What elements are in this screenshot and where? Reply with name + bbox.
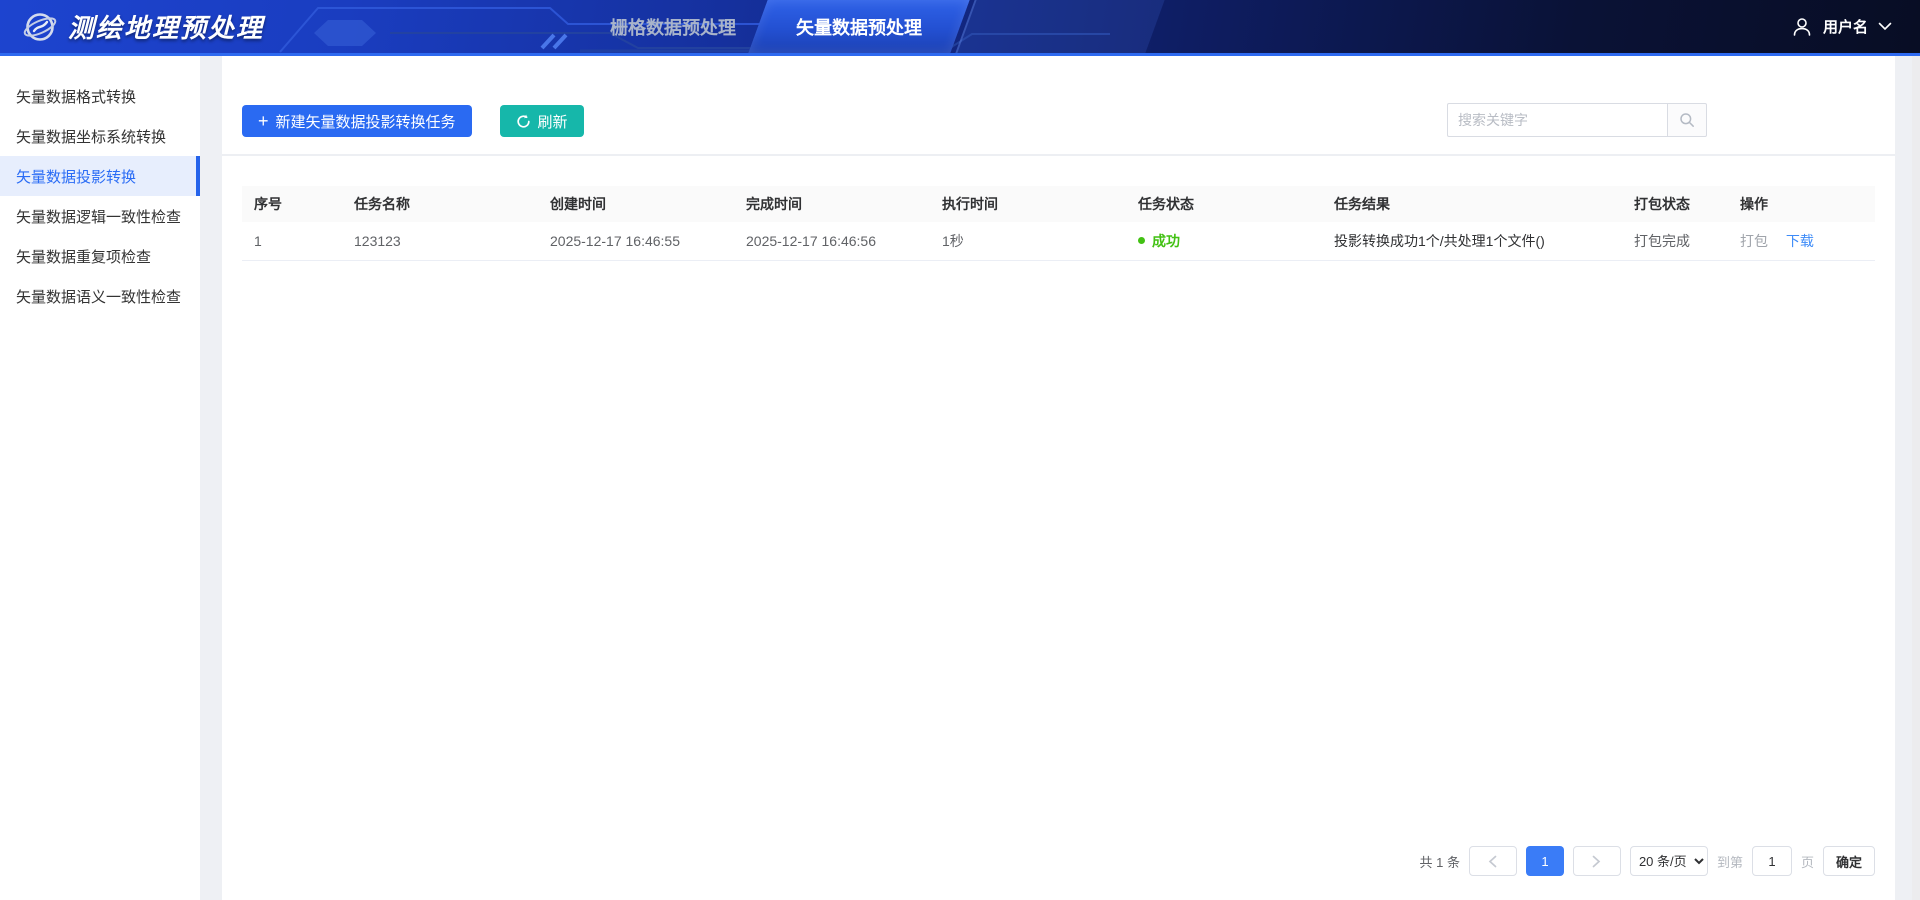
chevron-left-icon — [1489, 855, 1497, 867]
new-task-button[interactable]: + 新建矢量数据投影转换任务 — [242, 105, 472, 137]
total-count-label: 共 1 条 — [1419, 854, 1460, 870]
plus-icon: + — [258, 111, 269, 131]
refresh-icon — [516, 114, 530, 128]
content-card: + 新建矢量数据投影转换任务 刷新 搜索关键字 序号 任务名称 创建时间 完成时… — [222, 56, 1895, 900]
app-logo-icon — [23, 12, 57, 41]
cell-task-name: 123123 — [342, 222, 538, 261]
col-created-time: 创建时间 — [538, 186, 734, 222]
page-number-button[interactable]: 1 — [1525, 846, 1564, 876]
col-task-status: 任务状态 — [1126, 186, 1322, 222]
brand: 测绘地理预处理 — [0, 8, 264, 45]
goto-confirm-button[interactable]: 确定 — [1822, 846, 1875, 876]
cell-actions: 打包 下载 — [1728, 222, 1875, 261]
new-task-label: 新建矢量数据投影转换任务 — [275, 113, 456, 131]
package-action-link[interactable]: 打包 — [1740, 233, 1768, 249]
goto-page-input[interactable] — [1751, 846, 1792, 876]
table-row: 1 123123 2025-12-17 16:46:55 2025-12-17 … — [242, 222, 1875, 261]
search-input[interactable] — [1447, 103, 1667, 137]
scrollbar-track[interactable] — [1912, 56, 1920, 900]
status-text: 成功 — [1152, 232, 1180, 249]
toolbar: + 新建矢量数据投影转换任务 刷新 — [222, 56, 1895, 156]
col-task-name: 任务名称 — [342, 186, 538, 222]
task-table: 序号 任务名称 创建时间 完成时间 执行时间 任务状态 任务结果 打包状态 操作… — [242, 186, 1875, 261]
app-title: 测绘地理预处理 — [68, 13, 265, 43]
sidebar-item-format-convert[interactable]: 矢量数据格式转换 — [0, 76, 200, 116]
refresh-button[interactable]: 刷新 — [499, 105, 584, 137]
cell-exec-time: 1秒 — [930, 222, 1126, 261]
tab-label: 栅格数据预处理 — [610, 17, 736, 38]
col-exec-time: 执行时间 — [930, 186, 1126, 222]
status-dot-icon — [1138, 237, 1145, 245]
download-action-link[interactable]: 下载 — [1786, 233, 1814, 249]
status-badge: 成功 — [1138, 231, 1180, 251]
sidebar-item-duplicate-check[interactable]: 矢量数据重复项检查 — [0, 236, 200, 276]
next-page-button[interactable] — [1572, 846, 1621, 876]
sidebar: 矢量数据格式转换 矢量数据坐标系统转换 矢量数据投影转换 矢量数据逻辑一致性检查… — [0, 56, 200, 900]
cell-task-result: 投影转换成功1个/共处理1个文件() — [1322, 222, 1622, 261]
sidebar-item-semantic-consistency-check[interactable]: 矢量数据语义一致性检查 — [0, 276, 200, 316]
pagination: 共 1 条 1 20 条/页 到第 页 确定 — [1419, 846, 1875, 876]
main-area: + 新建矢量数据投影转换任务 刷新 搜索关键字 序号 任务名称 创建时间 完成时… — [200, 56, 1920, 900]
cell-task-status: 成功 — [1126, 222, 1322, 261]
user-icon — [1793, 17, 1811, 36]
app-header: 测绘地理预处理 栅格数据预处理 矢量数据预处理 用户名 — [0, 0, 1920, 56]
goto-prefix-label: 到第 — [1716, 854, 1743, 870]
tab-raster-preprocess[interactable]: 栅格数据预处理 — [580, 0, 766, 53]
sidebar-item-coordinate-system-convert[interactable]: 矢量数据坐标系统转换 — [0, 116, 200, 156]
search-bar — [1447, 103, 1707, 137]
tab-streak-decoration — [955, 0, 1165, 53]
search-button[interactable] — [1667, 103, 1707, 137]
page-size-select[interactable]: 20 条/页 — [1629, 846, 1708, 876]
sidebar-item-projection-convert[interactable]: 矢量数据投影转换 — [0, 156, 200, 196]
sidebar-item-logic-consistency-check[interactable]: 矢量数据逻辑一致性检查 — [0, 196, 200, 236]
username-label: 用户名 — [1822, 19, 1868, 36]
cell-index: 1 — [242, 222, 342, 261]
tab-vector-preprocess[interactable]: 矢量数据预处理 — [748, 0, 970, 53]
prev-page-button[interactable] — [1468, 846, 1517, 876]
goto-suffix-label: 页 — [1800, 854, 1814, 870]
task-table-zone: 序号 任务名称 创建时间 完成时间 执行时间 任务状态 任务结果 打包状态 操作… — [222, 156, 1895, 261]
col-package-status: 打包状态 — [1622, 186, 1728, 222]
user-menu[interactable]: 用户名 — [1791, 0, 1892, 53]
col-index: 序号 — [242, 186, 342, 222]
search-icon — [1680, 113, 1694, 127]
cell-package-status: 打包完成 — [1622, 222, 1728, 261]
col-actions: 操作 — [1728, 186, 1875, 222]
refresh-label: 刷新 — [537, 113, 568, 131]
col-finish-time: 完成时间 — [734, 186, 930, 222]
chevron-down-icon — [1878, 22, 1892, 31]
cell-finish-time: 2025-12-17 16:46:56 — [734, 222, 930, 261]
cell-created-time: 2025-12-17 16:46:55 — [538, 222, 734, 261]
table-header-row: 序号 任务名称 创建时间 完成时间 执行时间 任务状态 任务结果 打包状态 操作 — [242, 186, 1875, 222]
col-task-result: 任务结果 — [1322, 186, 1622, 222]
top-tabs: 栅格数据预处理 矢量数据预处理 — [580, 0, 970, 53]
tab-label: 矢量数据预处理 — [796, 17, 922, 38]
chevron-right-icon — [1593, 855, 1601, 867]
